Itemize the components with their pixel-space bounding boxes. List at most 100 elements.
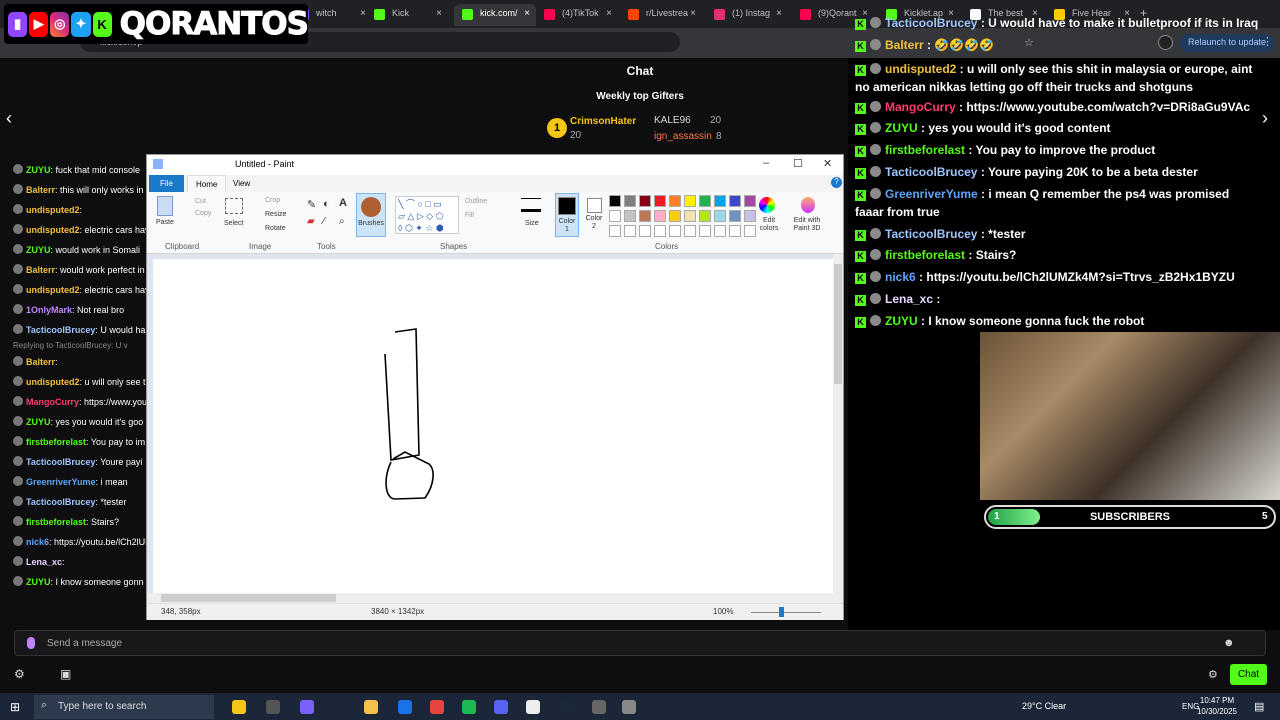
taskbar-app-icon[interactable] — [232, 700, 246, 714]
palette-swatch-empty[interactable] — [714, 225, 726, 237]
chat-username[interactable]: nick6 — [885, 270, 916, 284]
outline-button[interactable]: Outline — [465, 198, 487, 205]
palette-swatch[interactable] — [714, 210, 726, 222]
chat-username[interactable]: TacticoolBrucey — [885, 16, 977, 30]
settings-gear-icon[interactable]: ⚙ — [14, 667, 25, 681]
chat-username[interactable]: GreenriverYume — [26, 477, 96, 487]
chat-username[interactable]: undisputed2 — [26, 285, 80, 295]
shapes-gallery[interactable]: ╲ ⌒ ○ □ ▭ ▱ △ ▷ ◇ ⬠ ◊ ⬡ ✦ ☆ ⬢ — [395, 196, 459, 234]
chat-username[interactable]: GreenriverYume — [885, 187, 978, 201]
chat-username[interactable]: TacticoolBrucey — [885, 227, 977, 241]
tab-close-icon[interactable]: × — [436, 8, 442, 19]
chat-username[interactable]: firstbeforelast — [26, 517, 86, 527]
palette-swatch[interactable] — [624, 210, 636, 222]
chat-username[interactable]: TacticoolBrucey — [26, 497, 95, 507]
taskbar-app-icon[interactable] — [398, 700, 412, 714]
cut-button[interactable]: Cut — [195, 198, 206, 205]
edit-colors-button[interactable]: Edit colors — [755, 217, 783, 233]
file-tab[interactable]: File — [149, 175, 184, 192]
chat-username[interactable]: undisputed2 — [26, 377, 80, 387]
taskbar-app-icon[interactable] — [592, 700, 606, 714]
chat-username[interactable]: TacticoolBrucey — [26, 457, 95, 467]
paint3d-icon[interactable] — [801, 197, 815, 213]
emote-icon[interactable]: ☻ — [1223, 637, 1235, 649]
picker-icon[interactable]: ⁄ — [323, 216, 325, 227]
taskbar-app-icon[interactable] — [300, 700, 314, 714]
tab-close-icon[interactable]: × — [690, 8, 696, 19]
zoom-thumb[interactable] — [779, 607, 784, 617]
chat-username[interactable]: undisputed2 — [885, 62, 956, 76]
browser-tab[interactable]: (4)TikTok × — [536, 4, 618, 26]
chat-username[interactable]: MangoCurry — [885, 100, 956, 114]
star-icon[interactable]: ☆ — [1024, 36, 1034, 49]
prev-arrow-icon[interactable]: ‹ — [6, 108, 12, 129]
text-tool-icon[interactable]: A — [339, 197, 347, 209]
minimize-button[interactable]: – — [763, 157, 769, 169]
taskbar-app-icon[interactable] — [462, 700, 476, 714]
palette-swatch-empty[interactable] — [624, 225, 636, 237]
chat-username[interactable]: MangoCurry — [26, 397, 79, 407]
palette-swatch[interactable] — [609, 210, 621, 222]
chat-username[interactable]: firstbeforelast — [885, 248, 965, 262]
palette-swatch-empty[interactable] — [609, 225, 621, 237]
tab-close-icon[interactable]: × — [776, 8, 782, 19]
palette-swatch[interactable] — [624, 195, 636, 207]
palette-swatch[interactable] — [729, 195, 741, 207]
chat-username[interactable]: ZUYU — [26, 417, 51, 427]
chat-username[interactable]: Lena_xc — [26, 557, 62, 567]
palette-swatch[interactable] — [699, 195, 711, 207]
select-button[interactable]: Select — [224, 220, 243, 227]
horizontal-scroll-thumb[interactable] — [161, 594, 336, 602]
taskbar-clock[interactable]: 10:47 PM 10/30/2025 — [1195, 695, 1239, 717]
vertical-scrollbar[interactable] — [833, 254, 843, 594]
pencil-icon[interactable]: ✎ — [307, 198, 316, 211]
tab-close-icon[interactable]: × — [524, 8, 530, 19]
palette-swatch[interactable] — [639, 195, 651, 207]
color2-button[interactable]: Color 2 — [583, 196, 605, 236]
select-icon[interactable] — [225, 198, 243, 214]
drawing-canvas[interactable] — [153, 259, 833, 594]
palette-swatch[interactable] — [654, 210, 666, 222]
gifter-1-name[interactable]: CrimsonHater — [570, 116, 636, 127]
eraser-icon[interactable]: ▰ — [307, 216, 315, 227]
palette-swatch[interactable] — [654, 195, 666, 207]
chat-username[interactable]: Balterr — [26, 357, 55, 367]
vertical-scroll-thumb[interactable] — [834, 264, 842, 384]
taskbar-app-icon[interactable] — [622, 700, 636, 714]
chat-username[interactable]: firstbeforelast — [26, 437, 86, 447]
fill-icon[interactable]: ◐ — [323, 198, 330, 210]
home-tab[interactable]: Home — [187, 175, 227, 192]
message-input[interactable]: Send a message ☻ — [14, 630, 1266, 656]
clipboard-icon[interactable] — [157, 196, 173, 216]
gifter-3-name[interactable]: ign_assassin — [654, 131, 712, 142]
chat-username[interactable]: ZUYU — [26, 165, 51, 175]
taskbar-app-icon[interactable] — [364, 700, 378, 714]
chat-username[interactable]: 1OnlyMark — [26, 305, 72, 315]
palette-swatch-empty[interactable] — [699, 225, 711, 237]
palette-swatch[interactable] — [684, 210, 696, 222]
fill-button[interactable]: Fill — [465, 212, 474, 219]
chat-username[interactable]: ZUYU — [26, 245, 51, 255]
chat-username[interactable]: TacticoolBrucey — [26, 325, 95, 335]
zoom-slider[interactable] — [751, 612, 821, 613]
help-icon[interactable]: ? — [831, 177, 842, 188]
horizontal-scrollbar[interactable] — [147, 593, 843, 603]
weather-text[interactable]: 29°C Clear — [1022, 701, 1066, 711]
gifter-2-name[interactable]: KALE96 — [654, 115, 691, 126]
view-tab[interactable]: View — [233, 179, 250, 188]
chat-username[interactable]: Balterr — [885, 38, 924, 52]
copy-button[interactable]: Copy — [195, 210, 211, 217]
size-icon[interactable] — [521, 198, 541, 212]
chat-username[interactable]: Balterr — [26, 185, 55, 195]
browser-tab[interactable]: (1) Instag × — [706, 4, 788, 26]
taskbar-app-icon[interactable] — [266, 700, 280, 714]
palette-swatch-empty[interactable] — [654, 225, 666, 237]
rotate-button[interactable]: Rotate — [265, 225, 286, 232]
chat-username[interactable]: undisputed2 — [26, 205, 80, 215]
chat-username[interactable]: undisputed2 — [26, 225, 80, 235]
edit-paint3d-button[interactable]: Edit with Paint 3D — [787, 217, 827, 233]
size-button[interactable]: Size — [525, 220, 539, 227]
palette-swatch[interactable] — [669, 210, 681, 222]
chat-username[interactable]: nick6 — [26, 537, 49, 547]
maximize-button[interactable]: ☐ — [793, 157, 803, 170]
